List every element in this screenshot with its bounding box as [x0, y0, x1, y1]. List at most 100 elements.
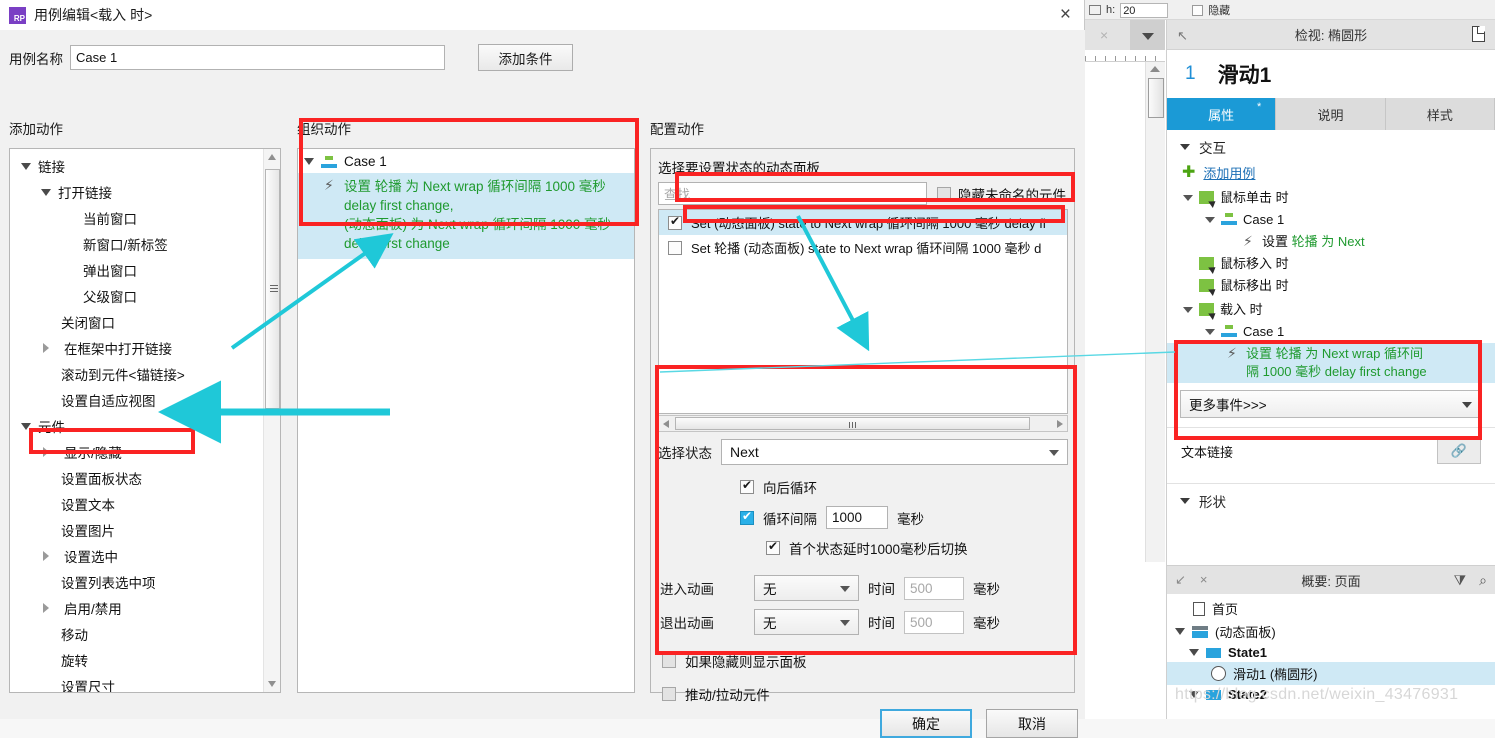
expand-triangle-icon[interactable] — [1183, 195, 1193, 201]
expand-triangle-icon[interactable] — [21, 422, 31, 430]
push-pull-row[interactable]: 推动/拉动元件 — [662, 684, 1068, 704]
event-onload[interactable]: 载入 时 — [1183, 299, 1495, 321]
expand-triangle-icon[interactable] — [1183, 307, 1193, 313]
push-pull-checkbox[interactable] — [662, 687, 676, 701]
event-onmouseenter[interactable]: 鼠标移入 时 — [1183, 253, 1495, 275]
event-onmouseleave[interactable]: 鼠标移出 时 — [1183, 275, 1495, 297]
collapse-triangle-icon[interactable] — [43, 551, 49, 561]
tree-item-parent-window[interactable]: 父级窗口 — [15, 283, 280, 309]
widget-list-row[interactable]: Set (动态面板) state to Next wrap 循环间隔 1000 … — [659, 210, 1067, 235]
expand-triangle-icon[interactable] — [1205, 217, 1215, 223]
more-events-dropdown[interactable]: 更多事件>>> — [1180, 390, 1482, 418]
expand-triangle-icon[interactable] — [304, 157, 314, 165]
exit-animation-dropdown[interactable]: 无 — [754, 609, 859, 635]
action-tree[interactable]: 链接 打开链接 当前窗口 新窗口/新标签 弹出窗口 父级窗口 关闭窗口 在框架中… — [9, 148, 281, 693]
expand-triangle-icon[interactable] — [41, 188, 51, 196]
canvas-vertical-scrollbar[interactable] — [1145, 62, 1165, 562]
organize-action-row[interactable]: ⚡ 设置 轮播 为 Next wrap 循环间隔 1000 毫秒 delay f… — [298, 173, 634, 259]
loop-interval-input[interactable]: 1000 — [826, 506, 888, 529]
outline-row-state1[interactable]: State1 — [1167, 643, 1495, 662]
widget-list[interactable]: Set (动态面板) state to Next wrap 循环间隔 1000 … — [658, 209, 1068, 414]
scroll-thumb[interactable] — [1148, 78, 1164, 118]
scroll-left-icon[interactable] — [663, 420, 669, 428]
collapse-triangle-icon[interactable] — [43, 343, 49, 353]
tree-item-links[interactable]: 链接 — [15, 153, 280, 179]
scroll-up-icon[interactable] — [268, 154, 276, 160]
tree-item-set-adaptive-view[interactable]: 设置自适应视图 — [15, 387, 280, 413]
tree-item-show-hide[interactable]: 显示/隐藏 — [15, 439, 280, 465]
first-delay-row[interactable]: 首个状态延时1000毫秒后切换 — [766, 538, 1068, 558]
show-if-hidden-row[interactable]: 如果隐藏则显示面板 — [662, 651, 1068, 671]
select-state-dropdown[interactable]: Next — [721, 439, 1068, 465]
add-condition-button[interactable]: 添加条件 — [478, 44, 573, 71]
enter-animation-dropdown[interactable]: 无 — [754, 575, 859, 601]
expand-triangle-icon[interactable] — [21, 162, 31, 170]
case-row[interactable]: Case 1 — [1183, 209, 1495, 231]
first-delay-checkbox[interactable] — [766, 539, 780, 555]
collapse-icon[interactable]: ↙ — [1175, 572, 1186, 588]
widget-checkbox[interactable] — [668, 214, 682, 230]
outline-row-dynamic-panel[interactable]: (动态面板) — [1167, 620, 1495, 643]
tree-item-popup-window[interactable]: 弹出窗口 — [15, 257, 280, 283]
scroll-thumb[interactable] — [265, 169, 280, 409]
loop-back-row[interactable]: 向后循环 — [740, 477, 1068, 497]
case-row[interactable]: Case 1 — [1183, 321, 1495, 343]
enter-time-input[interactable]: 500 — [904, 576, 964, 600]
outline-row-home[interactable]: 首页 — [1167, 597, 1495, 620]
hidden-checkbox[interactable] — [1192, 4, 1204, 16]
tab-properties[interactable]: 属性 * — [1167, 98, 1277, 130]
scroll-up-icon[interactable] — [1150, 66, 1160, 72]
interaction-section-header[interactable]: 交互 — [1167, 130, 1495, 160]
tree-item-move[interactable]: 移动 — [15, 621, 280, 647]
link-icon-button[interactable]: 🔗 — [1437, 438, 1481, 464]
action-row-selected[interactable]: ⚡ 设置 轮播 为 Next wrap 循环间隔 1000 毫秒 delay f… — [1167, 343, 1495, 383]
exit-time-input[interactable]: 500 — [904, 610, 964, 634]
tree-item-new-window[interactable]: 新窗口/新标签 — [15, 231, 280, 257]
filter-icon[interactable]: ⧩ — [1454, 572, 1467, 589]
scroll-right-icon[interactable] — [1057, 420, 1063, 428]
tree-item-rotate[interactable]: 旋转 — [15, 647, 280, 673]
tab-notes[interactable]: 说明 — [1276, 98, 1386, 130]
tree-item-set-size[interactable]: 设置尺寸 — [15, 673, 280, 692]
tree-item-open-link[interactable]: 打开链接 — [15, 179, 280, 205]
tree-item-enable-disable[interactable]: 启用/禁用 — [15, 595, 280, 621]
show-if-hidden-checkbox[interactable] — [662, 654, 676, 668]
tree-item-scroll-to-widget[interactable]: 滚动到元件<锚链接> — [15, 361, 280, 387]
action-row[interactable]: ⚡ 设置 轮播 为 Next — [1183, 231, 1495, 253]
scroll-down-icon[interactable] — [268, 681, 276, 687]
tree-item-set-list-selection[interactable]: 设置列表选中项 — [15, 569, 280, 595]
widget-list-row[interactable]: Set 轮播 (动态面板) state to Next wrap 循环间隔 10… — [659, 235, 1067, 260]
collapse-triangle-icon[interactable] — [43, 447, 49, 457]
widget-checkbox[interactable] — [668, 240, 682, 255]
close-icon[interactable]: × — [1200, 572, 1208, 588]
expand-triangle-icon[interactable] — [1189, 649, 1199, 656]
page-icon[interactable] — [1472, 26, 1485, 45]
chevron-down-icon[interactable] — [1130, 20, 1165, 50]
tree-item-set-image[interactable]: 设置图片 — [15, 517, 280, 543]
event-onclick[interactable]: 鼠标单击 时 — [1183, 187, 1495, 209]
loop-back-checkbox[interactable] — [740, 478, 754, 494]
ok-button[interactable]: 确定 — [880, 709, 972, 738]
tree-item-set-panel-state[interactable]: 设置面板状态 — [15, 465, 280, 491]
hide-unnamed-row[interactable]: 隐藏未命名的元件 — [937, 184, 1066, 204]
add-case-row[interactable]: ✚ 添加用例 — [1167, 160, 1495, 187]
tab-style[interactable]: 样式 — [1385, 98, 1495, 130]
add-case-link[interactable]: 添加用例 — [1203, 163, 1255, 182]
tree-item-open-in-frame[interactable]: 在框架中打开链接 — [15, 335, 280, 361]
close-icon[interactable]: × — [1060, 4, 1071, 26]
organize-case-row[interactable]: Case 1 — [298, 149, 634, 173]
organize-actions-list[interactable]: Case 1 ⚡ 设置 轮播 为 Next wrap 循环间隔 1000 毫秒 … — [297, 148, 635, 693]
shape-section-header[interactable]: 形状 — [1167, 484, 1495, 514]
tree-item-current-window[interactable]: 当前窗口 — [15, 205, 280, 231]
hide-unnamed-checkbox[interactable] — [937, 186, 951, 201]
collapse-triangle-icon[interactable] — [43, 603, 49, 613]
widget-list-horizontal-scrollbar[interactable] — [658, 415, 1068, 432]
case-name-input[interactable]: Case 1 — [70, 45, 445, 70]
cancel-button[interactable]: 取消 — [986, 709, 1078, 738]
tree-item-widgets[interactable]: 元件 — [15, 413, 280, 439]
height-input[interactable]: 20 — [1120, 2, 1169, 18]
expand-triangle-icon[interactable] — [1175, 628, 1185, 635]
loop-interval-checkbox[interactable] — [740, 509, 754, 525]
search-icon[interactable]: ⌕ — [1479, 572, 1487, 589]
action-tree-scrollbar[interactable] — [263, 149, 280, 692]
